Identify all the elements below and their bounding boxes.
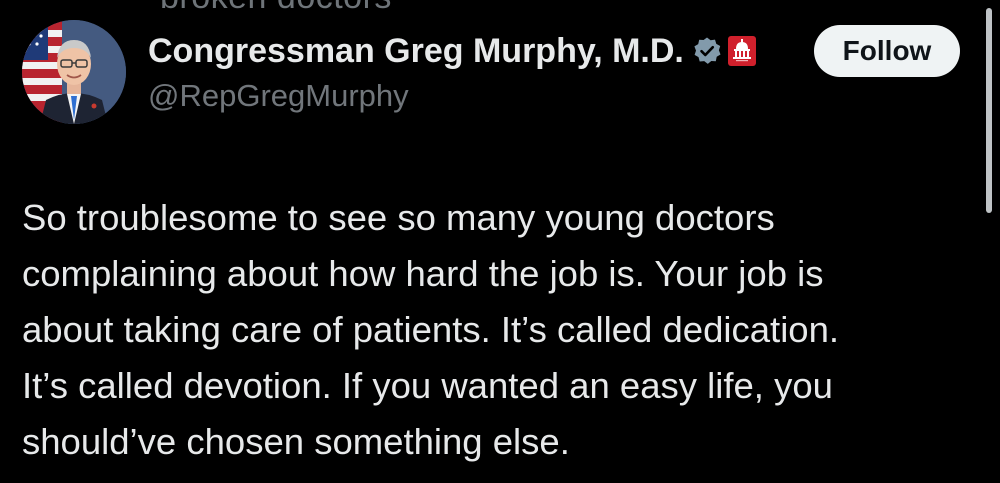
- verified-badge-icon[interactable]: [692, 36, 722, 66]
- avatar[interactable]: [22, 20, 126, 124]
- tweet-text-line: should’ve chosen something else.: [22, 421, 570, 462]
- scrollbar-thumb[interactable]: [986, 8, 992, 213]
- tweet-text-line: It’s called devotion. If you wanted an e…: [22, 365, 833, 406]
- author-display-name[interactable]: Congressman Greg Murphy, M.D.: [148, 32, 684, 71]
- tweet-text-line: about taking care of patients. It’s call…: [22, 309, 840, 350]
- author-identity: Congressman Greg Murphy, M.D. @RepGregMu…: [148, 28, 756, 114]
- us-capitol-badge-icon[interactable]: [727, 36, 756, 66]
- portrait-avatar-icon: [22, 20, 126, 124]
- follow-button[interactable]: Follow: [814, 25, 960, 77]
- tweet-header: Congressman Greg Murphy, M.D. @RepGregMu…: [0, 0, 1000, 140]
- tweet-text-line: So troublesome to see so many young doct…: [22, 197, 775, 238]
- name-row: Congressman Greg Murphy, M.D.: [148, 28, 756, 74]
- tweet-text-line: complaining about how hard the job is. Y…: [22, 253, 824, 294]
- tweet-text: So troublesome to see so many young doct…: [22, 190, 972, 470]
- scrollbar[interactable]: [986, 0, 992, 483]
- author-handle[interactable]: @RepGregMurphy: [148, 78, 756, 114]
